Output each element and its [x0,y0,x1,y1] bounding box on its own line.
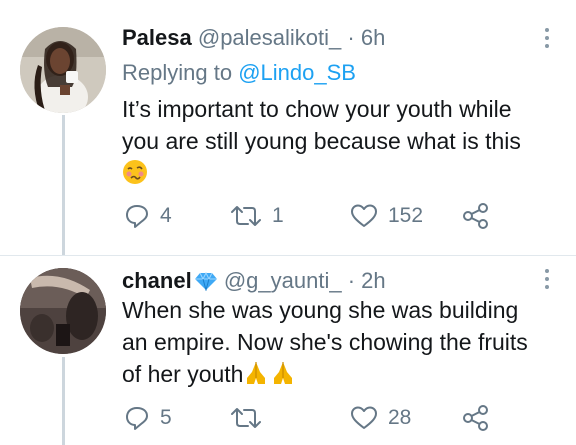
avatar-image [20,27,106,113]
tweet-text-line: you are still young because what is this [122,128,521,154]
tweet-header: chanel @g_yaunti_ · 2h [122,268,386,294]
replying-to-label: Replying to [122,60,239,85]
user-handle[interactable]: @palesalikoti_ [198,25,341,50]
retweet-icon [231,408,261,428]
retweet-button[interactable]: 1 [230,200,284,232]
tweet-text: It’s important to chow your youth while … [122,93,562,189]
user-handle[interactable]: @g_yaunti_ [224,268,342,293]
retweet-icon [231,206,261,226]
share-button[interactable] [462,402,490,434]
like-button[interactable]: 152 [350,200,423,232]
avatar[interactable] [20,268,106,354]
share-icon [463,405,488,431]
retweet-button[interactable] [230,402,272,434]
tweet-header: Palesa @palesalikoti_ · 6h [122,25,385,51]
more-options-icon[interactable] [544,269,550,293]
timestamp[interactable]: · 6h [347,25,385,50]
reply-count: 5 [160,406,172,429]
tweet-text-line: When she was young she was building [122,297,519,323]
display-name[interactable]: Palesa [122,25,192,50]
more-options-icon[interactable] [544,28,550,52]
woozy-face-emoji [123,160,147,184]
blue-diamond-emoji [194,271,217,291]
avatar[interactable] [20,27,106,113]
reply-button[interactable]: 5 [124,402,172,434]
tweet-text-line: an empire. Now she's chowing the fruits [122,329,528,355]
tweet-palesa[interactable]: Palesa @palesalikoti_ · 6h Replying to @… [0,0,576,255]
share-button[interactable] [462,200,490,232]
share-icon [463,203,488,229]
like-button[interactable]: 28 [350,402,411,434]
folded-hands-emoji [247,362,293,384]
tweet-text-line: It’s important to chow your youth while [122,96,512,122]
reply-button[interactable]: 4 [124,200,172,232]
reply-count: 4 [160,204,172,227]
like-count: 152 [388,204,424,227]
avatar-image [20,268,106,354]
tweet-chanel[interactable]: chanel @g_yaunti_ · 2h When she was youn… [0,255,576,445]
reply-icon [126,205,148,228]
display-name[interactable]: chanel [122,268,192,293]
timestamp[interactable]: · 2h [348,268,386,293]
reply-icon [126,407,148,430]
tweet-actions: 4 1 152 [122,200,522,232]
reply-mention-link[interactable]: @Lindo_SB [238,60,356,85]
tweet-actions: 5 28 [122,402,522,434]
tweet-text-line: of her youth [122,361,244,387]
heart-icon [351,204,377,227]
replying-to: Replying to @Lindo_SB [122,60,356,86]
like-count: 28 [388,406,412,429]
tweet-text: When she was young she was building an e… [122,294,562,390]
heart-icon [351,406,377,429]
thread-line [62,357,65,445]
retweet-count: 1 [272,204,284,227]
thread-line [62,115,65,255]
